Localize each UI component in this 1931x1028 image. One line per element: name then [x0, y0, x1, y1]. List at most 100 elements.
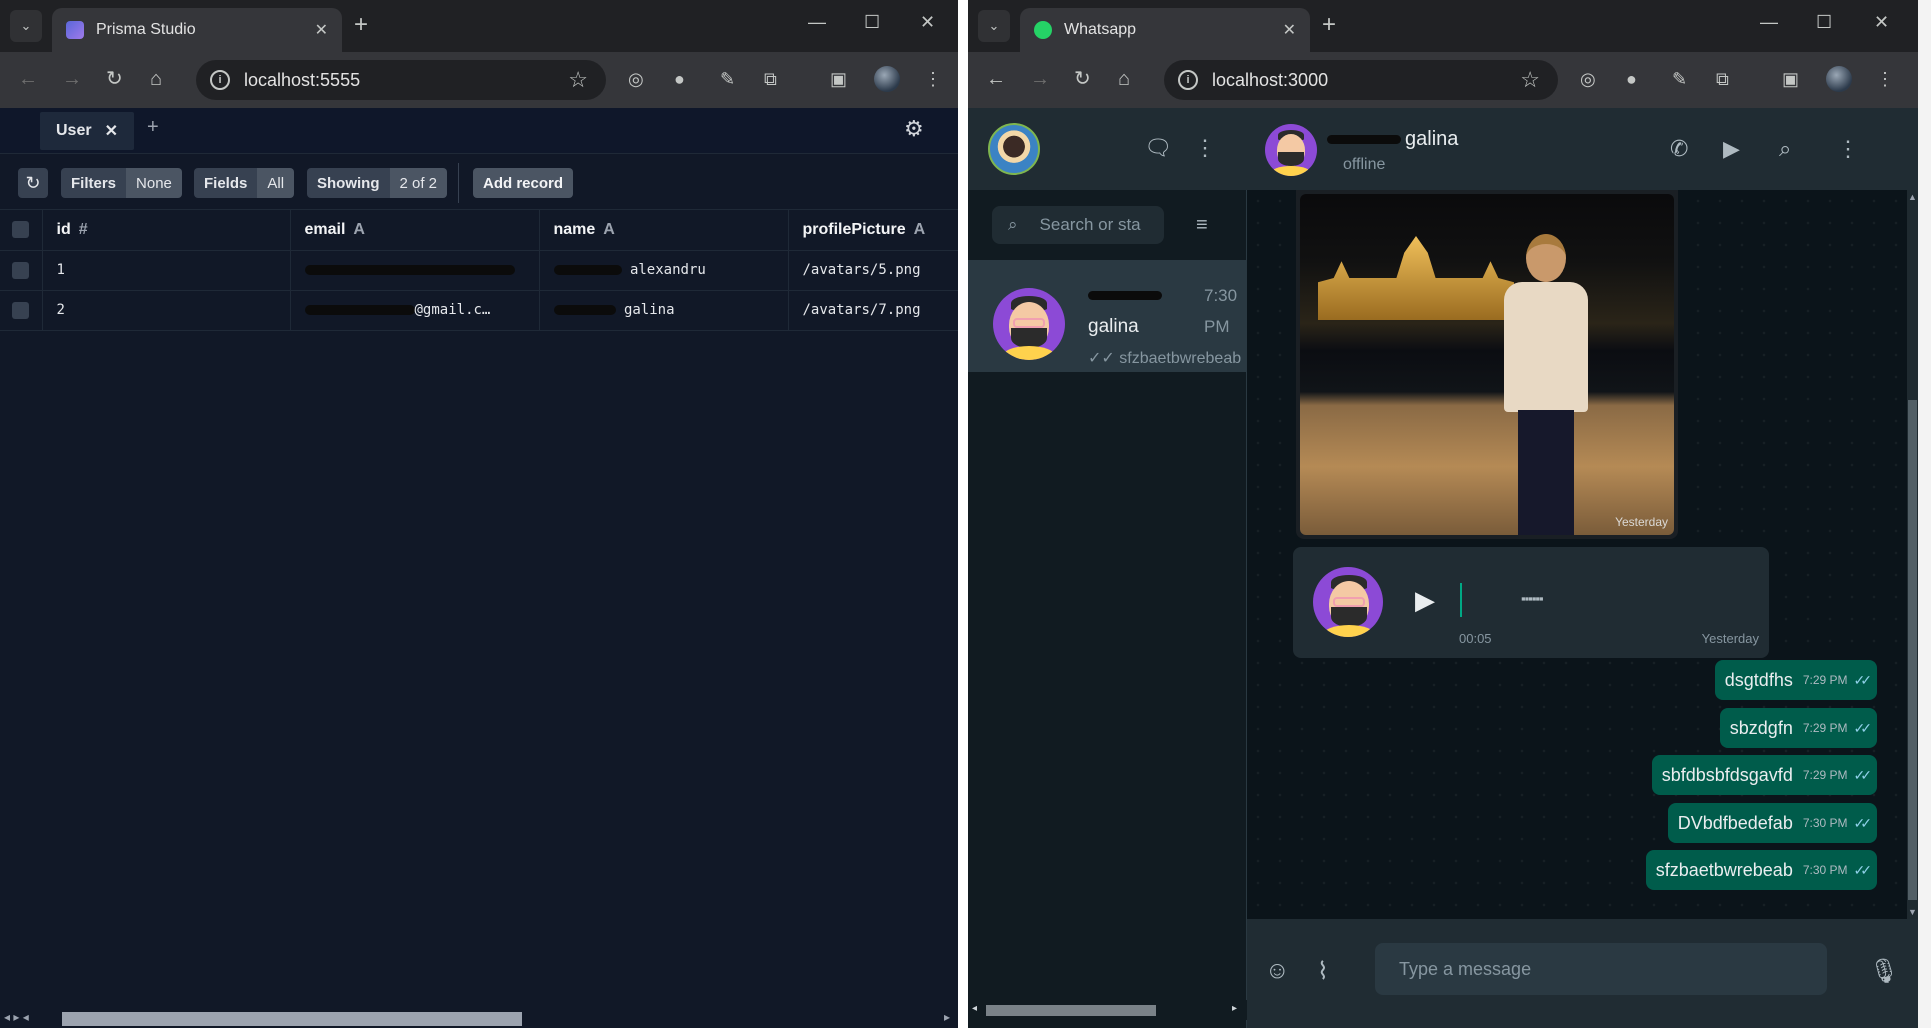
- close-icon[interactable]: ✕: [105, 121, 118, 141]
- cell-profilepicture[interactable]: /avatars/7.png: [788, 290, 958, 331]
- cell-email[interactable]: @gmail.c…: [290, 290, 540, 331]
- close-tab-icon[interactable]: ✕: [1283, 20, 1296, 40]
- forward-button[interactable]: →: [1030, 68, 1050, 90]
- maximize-button[interactable]: ☐: [864, 12, 880, 33]
- cell-id[interactable]: 1: [42, 250, 291, 291]
- side-panel-icon[interactable]: ▣: [1782, 68, 1799, 90]
- attach-icon[interactable]: ⌇: [1317, 957, 1329, 986]
- image-message[interactable]: Yesterday: [1296, 190, 1678, 539]
- scrollbar-thumb[interactable]: [986, 1005, 1156, 1016]
- extension-icon[interactable]: ◎: [1580, 68, 1596, 90]
- emoji-icon[interactable]: ☺: [1265, 957, 1290, 985]
- fields-button[interactable]: Fields All: [194, 168, 295, 198]
- outgoing-message[interactable]: DVbdfbedefab 7:30 PM ✓✓: [1667, 803, 1877, 843]
- scroll-up-icon[interactable]: ▲: [1908, 192, 1917, 202]
- extension-icon[interactable]: ✎: [1672, 68, 1687, 90]
- sidebar-horizontal-scrollbar[interactable]: ◂ ▸: [968, 1000, 1247, 1020]
- column-header-profilepicture[interactable]: profilePicture A: [788, 210, 958, 251]
- address-bar[interactable]: i localhost:3000 ☆: [1164, 60, 1558, 100]
- cell-id[interactable]: 2: [42, 290, 291, 331]
- table-row[interactable]: 2 @gmail.c… galina /avatars/7.png: [0, 290, 958, 331]
- close-window-button[interactable]: ✕: [1874, 12, 1889, 33]
- home-button[interactable]: ⌂: [1118, 68, 1130, 90]
- filters-button[interactable]: Filters None: [61, 168, 182, 198]
- minimize-button[interactable]: —: [808, 12, 826, 33]
- search-icon[interactable]: ⌕: [1779, 136, 1791, 162]
- add-record-button[interactable]: Add record: [473, 168, 574, 198]
- outgoing-message[interactable]: sbfdbsbfdsgavfd 7:29 PM ✓✓: [1651, 755, 1877, 795]
- column-header-id[interactable]: id #: [42, 210, 291, 251]
- outgoing-message[interactable]: sfzbaetbwrebeab 7:30 PM ✓✓: [1645, 850, 1877, 890]
- cell-name[interactable]: galina: [539, 290, 789, 331]
- new-tab-button[interactable]: +: [1322, 12, 1336, 38]
- playback-cursor[interactable]: [1460, 583, 1462, 617]
- minimize-button[interactable]: —: [1760, 12, 1778, 33]
- settings-gear-icon[interactable]: ⚙: [904, 116, 924, 142]
- outgoing-message[interactable]: dsgtdfhs 7:29 PM ✓✓: [1714, 660, 1877, 700]
- my-avatar[interactable]: [988, 123, 1040, 175]
- scroll-left-icon[interactable]: ◂: [972, 1003, 977, 1014]
- menu-kebab-icon[interactable]: ⋮: [924, 68, 942, 90]
- extensions-puzzle-icon[interactable]: ⧉: [1716, 68, 1729, 90]
- video-call-icon[interactable]: ▶: [1723, 136, 1740, 162]
- extensions-puzzle-icon[interactable]: ⧉: [764, 68, 777, 90]
- scroll-down-icon[interactable]: ▼: [1908, 907, 1917, 917]
- sidebar-menu-icon[interactable]: ⋮: [1194, 135, 1216, 161]
- model-tab-user[interactable]: User ✕: [40, 112, 134, 150]
- waveform[interactable]: ▪▪▪▪▪▪: [1521, 591, 1544, 606]
- chat-menu-icon[interactable]: ⋮: [1837, 136, 1859, 162]
- play-icon[interactable]: ▶: [1415, 585, 1435, 616]
- message-list[interactable]: Yesterday ▶ ▪▪▪▪▪▪ 00:05 Yesterday dsgtd…: [1247, 190, 1907, 919]
- tab-search-button[interactable]: ⌄: [10, 10, 42, 42]
- cell-profilepicture[interactable]: /avatars/5.png: [788, 250, 958, 291]
- side-panel-icon[interactable]: ▣: [830, 68, 847, 90]
- back-button[interactable]: ←: [986, 68, 1006, 90]
- new-chat-icon[interactable]: 🗨: [1144, 135, 1172, 161]
- add-tab-icon[interactable]: +: [147, 116, 159, 139]
- back-button[interactable]: ←: [18, 68, 38, 90]
- profile-avatar[interactable]: [874, 66, 900, 92]
- maximize-button[interactable]: ☐: [1816, 12, 1832, 33]
- scroll-right-icon[interactable]: ▸: [1232, 1003, 1237, 1014]
- tab-whatsapp[interactable]: Whatsapp ✕: [1020, 8, 1310, 52]
- extension-icon[interactable]: ●: [674, 68, 685, 90]
- filter-icon[interactable]: ≡: [1196, 214, 1208, 237]
- site-info-icon[interactable]: i: [210, 70, 230, 90]
- showing-button[interactable]: Showing 2 of 2: [307, 168, 448, 198]
- chat-list-item[interactable]: galina 7:30 PM ✓✓ sfzbaetbwrebeab: [968, 260, 1247, 372]
- cell-name[interactable]: alexandru: [539, 250, 789, 291]
- reload-button[interactable]: ↻: [106, 68, 123, 90]
- tab-prisma-studio[interactable]: Prisma Studio ✕: [52, 8, 342, 52]
- scrollbar-thumb[interactable]: [62, 1012, 522, 1026]
- bookmark-star-icon[interactable]: ☆: [568, 67, 588, 93]
- message-input[interactable]: Type a message: [1375, 943, 1827, 995]
- tab-search-button[interactable]: ⌄: [978, 10, 1010, 42]
- table-row[interactable]: 1 alexandru /avatars/5.png: [0, 250, 958, 291]
- bookmark-star-icon[interactable]: ☆: [1520, 67, 1540, 93]
- menu-kebab-icon[interactable]: ⋮: [1876, 68, 1894, 90]
- site-info-icon[interactable]: i: [1178, 70, 1198, 90]
- profile-avatar[interactable]: [1826, 66, 1852, 92]
- horizontal-scrollbar[interactable]: ◂ ▸ ◂ ▸: [0, 1008, 958, 1028]
- outgoing-message[interactable]: sbzdgfn 7:29 PM ✓✓: [1719, 708, 1877, 748]
- scrollbar-thumb[interactable]: [1908, 400, 1917, 900]
- search-input[interactable]: ⌕ Search or sta: [992, 206, 1164, 244]
- row-checkbox[interactable]: [12, 301, 29, 319]
- extension-icon[interactable]: ◎: [628, 68, 644, 90]
- extension-icon[interactable]: ●: [1626, 68, 1637, 90]
- column-header-name[interactable]: name A: [539, 210, 789, 251]
- row-checkbox[interactable]: [12, 261, 29, 279]
- refresh-icon[interactable]: ↻: [18, 168, 48, 198]
- contact-avatar[interactable]: [1265, 124, 1317, 176]
- scroll-right-icon[interactable]: ▸: [944, 1010, 950, 1024]
- forward-button[interactable]: →: [62, 68, 82, 90]
- vertical-scrollbar[interactable]: ▲ ▼: [1907, 190, 1918, 919]
- column-header-email[interactable]: email A: [290, 210, 540, 251]
- microphone-icon[interactable]: 🎙: [1869, 957, 1899, 986]
- cell-email[interactable]: [290, 250, 540, 291]
- home-button[interactable]: ⌂: [150, 68, 162, 90]
- new-tab-button[interactable]: +: [354, 12, 368, 38]
- voice-call-icon[interactable]: ✆: [1670, 136, 1688, 162]
- scroll-left-icon[interactable]: ◂ ▸ ◂: [4, 1010, 29, 1024]
- address-bar[interactable]: i localhost:5555 ☆: [196, 60, 606, 100]
